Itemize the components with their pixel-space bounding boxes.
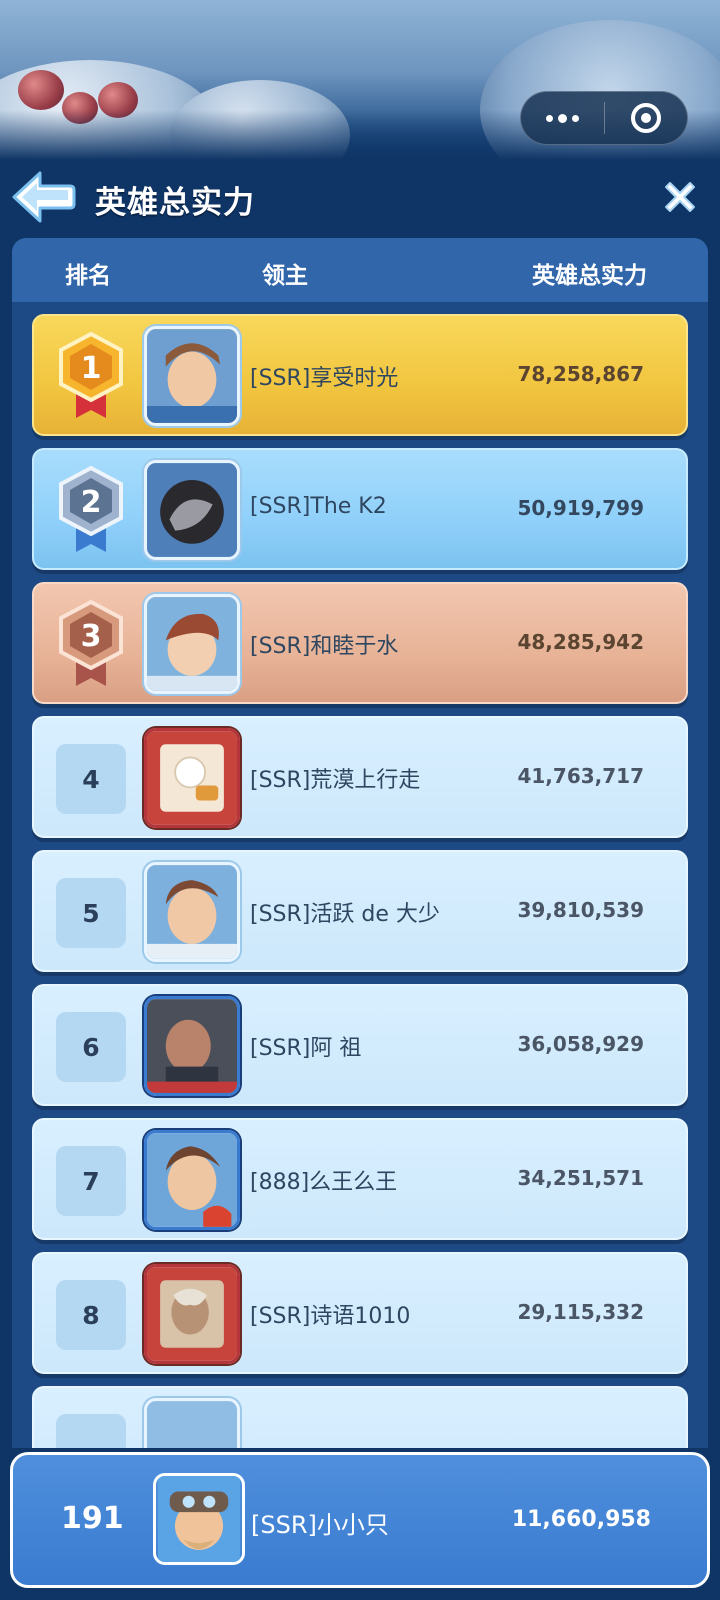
rank-number: 8 bbox=[56, 1280, 126, 1350]
more-button[interactable] bbox=[521, 92, 604, 144]
avatar[interactable] bbox=[144, 460, 240, 560]
column-header-lord: 领主 bbox=[262, 263, 308, 289]
power-value: 34,251,571 bbox=[517, 1166, 644, 1190]
avatar[interactable] bbox=[144, 728, 240, 828]
hero-portrait-icon bbox=[147, 865, 237, 959]
bronze-medal-icon: 3 bbox=[59, 599, 123, 686]
avatar[interactable] bbox=[144, 1130, 240, 1230]
berry-decoration bbox=[18, 70, 64, 110]
ranking-row[interactable]: 2 [SSR]The K2 50,919,799 bbox=[32, 448, 688, 570]
hero-portrait-icon bbox=[147, 1267, 237, 1361]
player-name: [SSR]和睦于水 bbox=[250, 634, 399, 659]
hero-portrait-icon bbox=[147, 1401, 237, 1448]
player-name: [SSR]阿 祖 bbox=[250, 1036, 362, 1061]
rank-number: 6 bbox=[56, 1012, 126, 1082]
my-avatar[interactable] bbox=[153, 1473, 245, 1565]
avatar[interactable] bbox=[144, 1398, 240, 1448]
close-button[interactable] bbox=[660, 177, 700, 217]
ranking-row[interactable]: 6 [SSR]阿 祖 36,058,929 bbox=[32, 984, 688, 1106]
avatar[interactable] bbox=[144, 996, 240, 1096]
ranking-row[interactable]: 3 [SSR]和睦于水 48,285,942 bbox=[32, 582, 688, 704]
power-value: 29,115,332 bbox=[517, 1300, 644, 1324]
player-name: [SSR]享受时光 bbox=[250, 366, 399, 391]
mini-program-capsule bbox=[520, 91, 688, 145]
power-value: 39,810,539 bbox=[517, 898, 644, 922]
back-arrow-icon bbox=[12, 171, 76, 223]
my-power-value: 11,660,958 bbox=[511, 1507, 651, 1532]
ranking-list[interactable]: 1 [SSR]享受时光 78,258,867 2 [SSR]The K2 50,… bbox=[12, 302, 708, 1448]
power-value: 78,258,867 bbox=[517, 362, 644, 386]
svg-text:3: 3 bbox=[81, 619, 102, 654]
exit-button[interactable] bbox=[605, 92, 688, 144]
svg-text:1: 1 bbox=[81, 351, 102, 386]
more-dots-icon bbox=[545, 113, 579, 123]
close-icon bbox=[665, 182, 695, 212]
table-header: 排名 领主 英雄总实力 bbox=[12, 238, 708, 302]
ranking-row[interactable]: 1 [SSR]享受时光 78,258,867 bbox=[32, 314, 688, 436]
gold-medal-icon: 1 bbox=[59, 331, 123, 418]
ranking-row[interactable]: 5 [SSR]活跃 de 大少 39,810,539 bbox=[32, 850, 688, 972]
page-title: 英雄总实力 bbox=[95, 185, 255, 221]
rank-number: 4 bbox=[56, 744, 126, 814]
player-name: [SSR]荒漠上行走 bbox=[250, 768, 421, 793]
page-header: 英雄总实力 bbox=[0, 165, 720, 233]
player-name: [SSR]活跃 de 大少 bbox=[250, 902, 440, 927]
rank-number: 7 bbox=[56, 1146, 126, 1216]
power-value: 41,763,717 bbox=[517, 764, 644, 788]
ranking-panel: 排名 领主 英雄总实力 1 [SSR]享受时光 78,258,867 2 [SS… bbox=[12, 238, 708, 1448]
avatar[interactable] bbox=[144, 1264, 240, 1364]
player-name: [888]么王么王 bbox=[250, 1170, 398, 1195]
player-name: [SSR]The K2 bbox=[250, 494, 387, 519]
silver-medal-icon: 2 bbox=[59, 465, 123, 552]
column-header-power: 英雄总实力 bbox=[532, 263, 647, 289]
avatar[interactable] bbox=[144, 594, 240, 694]
my-rank-number: 191 bbox=[61, 1501, 124, 1536]
hero-portrait-icon bbox=[147, 731, 237, 825]
ranking-row[interactable]: 7 [888]么王么王 34,251,571 bbox=[32, 1118, 688, 1240]
svg-text:2: 2 bbox=[81, 485, 102, 520]
hero-portrait-icon bbox=[147, 463, 237, 557]
power-value: 48,285,942 bbox=[517, 630, 644, 654]
ranking-row[interactable]: 8 [SSR]诗语1010 29,115,332 bbox=[32, 1252, 688, 1374]
avatar[interactable] bbox=[144, 326, 240, 426]
hero-portrait-icon bbox=[147, 999, 237, 1093]
my-rank-bar[interactable]: 191 [SSR]小小只 11,660,958 bbox=[10, 1452, 710, 1588]
hero-portrait-icon bbox=[157, 1476, 241, 1562]
player-name: [SSR]诗语1010 bbox=[250, 1304, 411, 1329]
rank-number: 5 bbox=[56, 878, 126, 948]
rank-number bbox=[56, 1414, 126, 1448]
power-value: 36,058,929 bbox=[517, 1032, 644, 1056]
ranking-row[interactable]: 4 [SSR]荒漠上行走 41,763,717 bbox=[32, 716, 688, 838]
hero-portrait-icon bbox=[147, 597, 237, 691]
hero-portrait-icon bbox=[147, 329, 237, 423]
power-value: 50,919,799 bbox=[517, 496, 644, 520]
target-icon bbox=[630, 103, 661, 133]
hero-portrait-icon bbox=[147, 1133, 237, 1227]
column-header-rank: 排名 bbox=[65, 263, 111, 289]
avatar[interactable] bbox=[144, 862, 240, 962]
back-button[interactable] bbox=[10, 169, 76, 225]
ranking-row-partial[interactable] bbox=[32, 1386, 688, 1448]
my-player-name: [SSR]小小只 bbox=[251, 1511, 389, 1539]
